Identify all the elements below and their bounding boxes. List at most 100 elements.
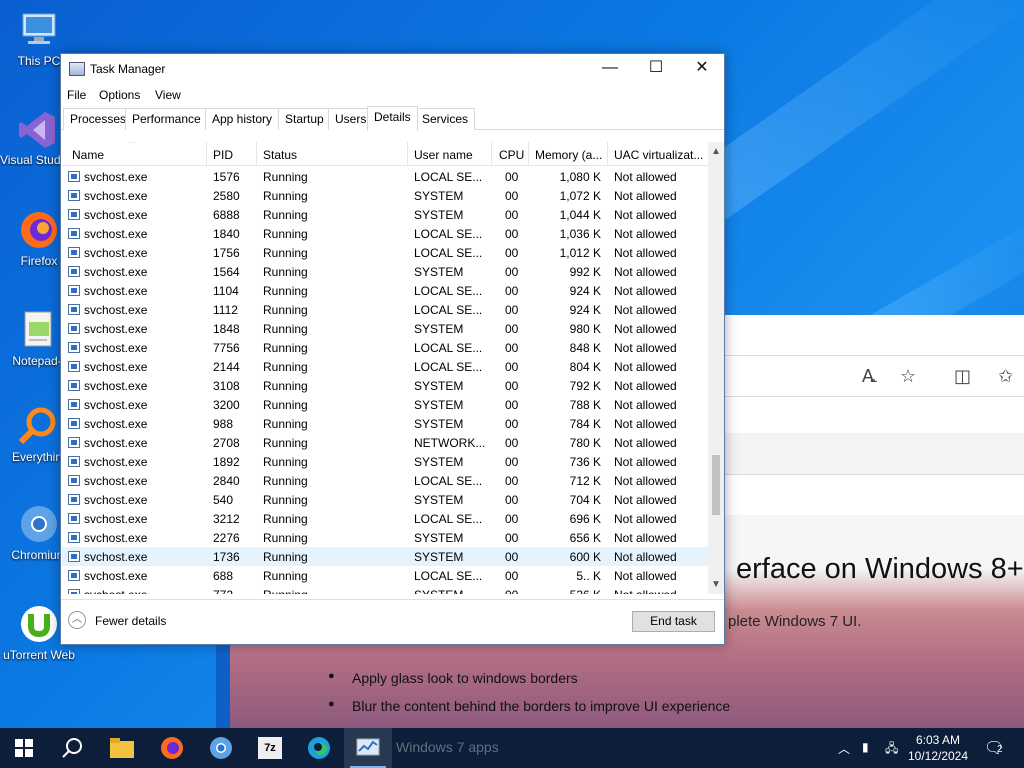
menu-view[interactable]: View [155,88,181,102]
table-row[interactable]: svchost.exe 1840 Running LOCAL SE... 00 1,036… [62,224,708,243]
tab-performance[interactable]: Performance [125,108,208,130]
taskbar-file-explorer[interactable] [98,728,146,768]
table-row[interactable]: svchost.exe 988 Running SYSTEM 00 784 K Not al… [62,414,708,433]
column-header-uac[interactable]: UAC virtualizat... [614,148,703,162]
process-icon [68,266,80,277]
table-row[interactable]: svchost.exe 1112 Running LOCAL SE... 00 924 K… [62,300,708,319]
show-hidden-icons-chevron-icon[interactable]: ︿ [838,740,850,768]
notifications-button[interactable]: 🗨 2 [984,738,1010,758]
table-row[interactable]: svchost.exe 2144 Running LOCAL SE... 00 804 K… [62,357,708,376]
cell-cpu: 00 [505,322,519,336]
cell-status: Running [263,227,308,241]
close-button[interactable]: ✕ [679,54,725,84]
cell-name: svchost.exe [84,246,148,260]
cell-user-name: SYSTEM [414,588,463,594]
tab-startup[interactable]: Startup [278,108,331,130]
cell-memory: 536 K [570,588,601,594]
column-header-status[interactable]: Status [263,148,297,162]
tab-app-history[interactable]: App history [205,108,280,130]
favorite-star-icon[interactable]: ☆ [900,366,916,387]
table-row[interactable]: svchost.exe 3108 Running SYSTEM 00 792 K Not a… [62,376,708,395]
cell-uac: Not allowed [614,512,677,526]
cell-memory: 1,080 K [559,170,601,184]
cell-status: Running [263,455,308,469]
cell-name: svchost.exe [84,398,148,412]
taskbar-edge[interactable] [295,728,343,768]
cell-cpu: 00 [505,189,519,203]
table-row[interactable]: svchost.exe 772 Running SYSTEM 00 536 K Not al… [62,585,708,594]
tab-bar: Processes Performance App history Startu… [61,106,724,131]
taskbar-task-manager[interactable] [344,728,392,768]
cell-user-name: SYSTEM [414,455,464,469]
table-row[interactable]: svchost.exe 2840 Running LOCAL SE... 00 712 K… [62,471,708,490]
system-clock[interactable]: 6:03 AM 10/12/2024 [905,732,971,764]
cell-status: Running [263,360,308,374]
scrollbar-thumb[interactable] [712,455,720,515]
cell-name: svchost.exe [84,493,148,507]
cell-uac: Not allowed [614,189,677,203]
details-table[interactable]: Name ^ PID Status User name CPU Memory (… [62,142,708,594]
title-bar[interactable]: Task Manager — ☐ ✕ [61,54,724,84]
table-row[interactable]: svchost.exe 540 Running SYSTEM 00 704 K Not al… [62,490,708,509]
process-icon [68,456,80,467]
cell-name: svchost.exe [84,455,148,469]
table-row[interactable]: svchost.exe 1104 Running LOCAL SE... 00 924 K… [62,281,708,300]
menu-file[interactable]: File [67,88,86,102]
table-row[interactable]: svchost.exe 6888 Running SYSTEM 00 1,044 K Not… [62,205,708,224]
scroll-down-arrow-icon[interactable]: ▼ [711,579,721,590]
cell-name: svchost.exe [84,512,148,526]
taskbar-firefox[interactable] [148,728,196,768]
firefox-icon [17,208,61,252]
end-task-button[interactable]: End task [632,611,715,632]
maximize-button[interactable]: ☐ [633,54,679,84]
cell-status: Running [263,436,308,450]
tab-services[interactable]: Services [415,108,476,130]
webpage-bullet-list: Apply glass look to windows borders Blur… [328,670,730,726]
column-header-user-name[interactable]: User name [414,148,473,162]
column-header-cpu[interactable]: CPU [499,148,524,162]
table-row[interactable]: svchost.exe 1576 Running LOCAL SE... 00 1,080… [62,167,708,186]
table-row[interactable]: svchost.exe 1736 Running SYSTEM 00 600 K Not a… [62,547,708,566]
table-row[interactable]: svchost.exe 2276 Running SYSTEM 00 656 K Not a… [62,528,708,547]
cell-name: svchost.exe [84,569,148,583]
scroll-up-arrow-icon[interactable]: ▲ [711,146,721,157]
cell-user-name: LOCAL SE... [414,227,483,241]
cell-cpu: 00 [505,512,519,526]
table-row[interactable]: svchost.exe 3200 Running SYSTEM 00 788 K Not a… [62,395,708,414]
table-row[interactable]: svchost.exe 1892 Running SYSTEM 00 736 K Not a… [62,452,708,471]
battery-icon[interactable]: ▮ [862,740,869,768]
column-header-memory[interactable]: Memory (a... [535,148,602,162]
column-header-pid[interactable]: PID [213,148,233,162]
start-button[interactable] [0,728,48,768]
chevron-up-icon[interactable]: ︿ [68,611,86,629]
table-row[interactable]: svchost.exe 1848 Running SYSTEM 00 980 K Not a… [62,319,708,338]
vertical-scrollbar[interactable]: ▲ ▼ [708,142,724,594]
menu-bar: File Options View [61,84,724,106]
task-manager-window[interactable]: Task Manager — ☐ ✕ File Options View Pro… [60,53,725,645]
taskbar-chromium[interactable] [197,728,245,768]
table-row[interactable]: svchost.exe 7756 Running LOCAL SE... 00 848 K… [62,338,708,357]
fewer-details-link[interactable]: Fewer details [95,614,166,628]
table-row[interactable]: svchost.exe 2708 Running NETWORK... 00 780 K N… [62,433,708,452]
column-header-name[interactable]: Name [72,148,104,162]
cell-memory: 600 K [569,550,601,564]
split-screen-icon[interactable]: ◫ [954,366,971,387]
table-row[interactable]: svchost.exe 2580 Running SYSTEM 00 1,072 K Not… [62,186,708,205]
table-row[interactable]: svchost.exe 1564 Running SYSTEM 00 992 K Not a… [62,262,708,281]
favorites-icon[interactable]: ✩ [998,366,1013,387]
table-row[interactable]: svchost.exe 1756 Running LOCAL SE... 00 1,012… [62,243,708,262]
tab-details[interactable]: Details [367,106,418,131]
network-icon[interactable]: 🖧 [885,739,898,768]
tab-processes[interactable]: Processes [63,108,134,130]
table-row[interactable]: svchost.exe 688 Running LOCAL SE... 00 5.. K N… [62,566,708,585]
cell-cpu: 00 [505,246,519,260]
table-row[interactable]: svchost.exe 3212 Running LOCAL SE... 00 696 K… [62,509,708,528]
minimize-button[interactable]: — [587,54,633,84]
taskbar-7zip[interactable]: 7z [246,728,294,768]
search-button[interactable] [48,728,96,768]
read-aloud-icon[interactable]: A꜡ [862,366,874,387]
menu-options[interactable]: Options [99,88,140,102]
process-icon [68,437,80,448]
cell-name: svchost.exe [84,303,148,317]
cell-name: svchost.exe [84,360,148,374]
